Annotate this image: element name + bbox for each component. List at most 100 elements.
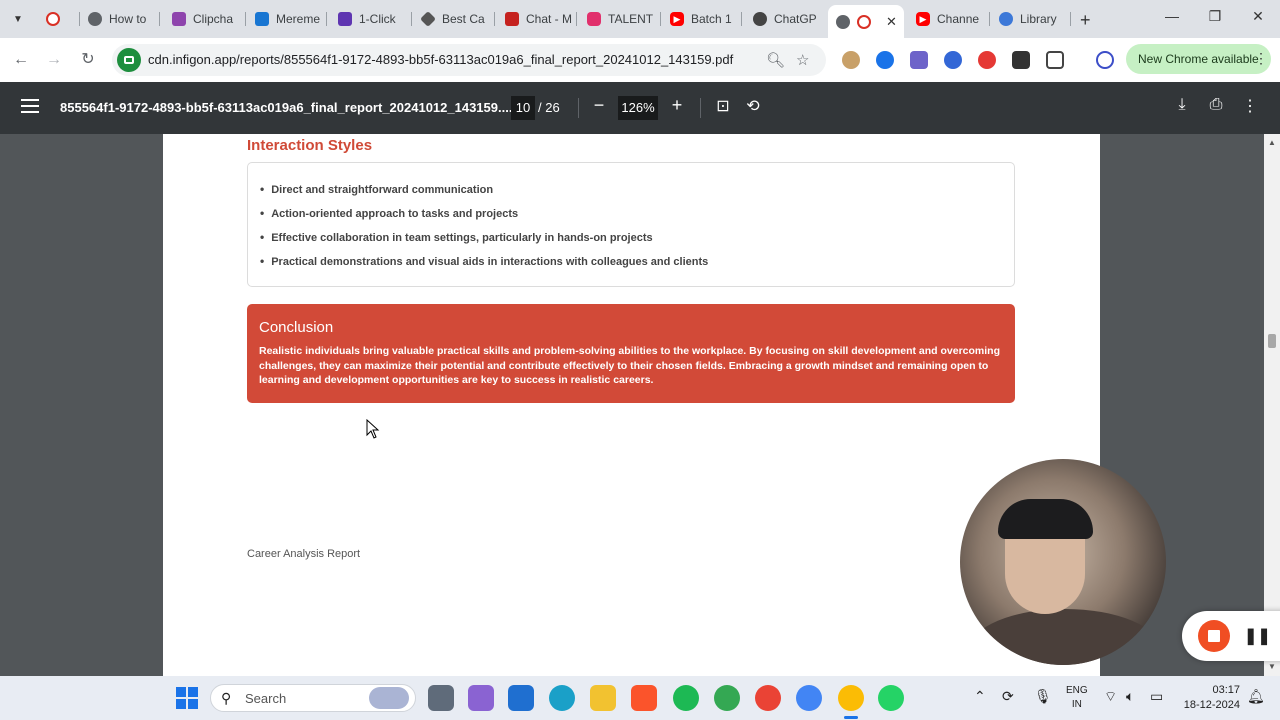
address-bar[interactable]: cdn.infigon.app/reports/855564f1-9172-48… — [112, 44, 826, 76]
tab-record[interactable] — [46, 6, 80, 32]
search-highlight-icon — [369, 687, 409, 709]
zoom-level-input[interactable]: 126% — [618, 96, 658, 120]
recording-controls: ❚❚ — [1182, 611, 1280, 661]
vertical-scrollbar[interactable]: ▲ ▼ — [1264, 134, 1280, 676]
tab-search-button[interactable]: ▼ — [6, 8, 30, 30]
sync-icon[interactable]: ⟳ — [1002, 688, 1014, 705]
tab-library[interactable]: Library — [999, 6, 1071, 32]
url-text[interactable]: cdn.infigon.app/reports/855564f1-9172-48… — [148, 52, 733, 67]
app-icon — [338, 12, 352, 26]
chrome-menu-icon[interactable]: ⋮ — [1254, 50, 1268, 67]
windows-start-icon[interactable] — [176, 687, 198, 709]
whatsapp-icon[interactable] — [878, 685, 904, 711]
tab-best-ca[interactable]: Best Ca — [421, 6, 495, 32]
taskbar-search[interactable]: ⚲ Search — [210, 684, 416, 712]
new-tab-button[interactable]: + — [1080, 10, 1091, 31]
maximize-button[interactable]: ❐ — [1205, 8, 1225, 25]
battery-icon[interactable]: ▭ — [1150, 688, 1163, 705]
tab-how-to[interactable]: How to — [88, 6, 160, 32]
chrome-profile-icon[interactable] — [714, 685, 740, 711]
conclusion-heading: Conclusion — [259, 319, 334, 336]
new-chrome-available-button[interactable]: New Chrome available — [1126, 44, 1271, 74]
extensions-puzzle-icon[interactable] — [1046, 51, 1064, 69]
tab-label: How to — [109, 12, 147, 26]
tab-talent[interactable]: TALENT — [587, 6, 661, 32]
vscode-icon[interactable] — [508, 685, 534, 711]
pause-recording-button[interactable]: ❚❚ — [1244, 626, 1271, 646]
globe-icon — [88, 12, 102, 26]
reload-icon[interactable]: ↻ — [77, 50, 99, 72]
edge-icon[interactable] — [549, 685, 575, 711]
file-explorer-icon[interactable] — [590, 685, 616, 711]
extension-icon[interactable] — [944, 51, 962, 69]
fit-page-icon[interactable]: ⊡ — [712, 96, 734, 116]
zoom-in-button[interactable]: + — [667, 95, 687, 116]
close-window-button[interactable]: ✕ — [1248, 8, 1268, 25]
tab-clipchamp[interactable]: Clipcha — [172, 6, 246, 32]
app-icon — [421, 11, 436, 27]
tab-chatgpt[interactable]: ChatGP — [753, 6, 825, 32]
extension-icon[interactable] — [842, 51, 860, 69]
show-hidden-icons-icon[interactable]: ⌃ — [974, 688, 986, 705]
tab-strip: ▼ How to Clipcha Mereme 1-Click Best Ca … — [0, 0, 1280, 38]
copilot-icon[interactable] — [468, 685, 494, 711]
tab-batch[interactable]: ▶ Batch 1 — [670, 6, 742, 32]
extension-icon[interactable] — [910, 51, 928, 69]
scroll-down-icon[interactable]: ▼ — [1268, 662, 1276, 671]
wifi-icon[interactable]: ⌔ — [1104, 688, 1117, 706]
tab-active-report[interactable]: ✕ — [828, 5, 904, 38]
pdf-toolbar: 855564f1-9172-4893-bb5f-63113ac019a6_fin… — [0, 82, 1280, 134]
clock[interactable]: 03:17 18-12-2024 — [1180, 683, 1240, 713]
menu-icon[interactable] — [21, 99, 39, 113]
zoom-out-button[interactable]: − — [589, 95, 609, 116]
rotate-icon[interactable]: ⟲ — [742, 96, 764, 116]
record-icon — [46, 12, 60, 26]
print-icon[interactable]: ⎙ — [1205, 96, 1227, 114]
tab-mereme[interactable]: Mereme — [255, 6, 327, 32]
tab-label: Chat - M — [526, 12, 573, 26]
tab-1-click[interactable]: 1-Click — [338, 6, 412, 32]
chrome-profile-icon[interactable] — [796, 685, 822, 711]
tab-label: ChatGP — [774, 12, 817, 26]
divider — [578, 98, 579, 118]
minimize-button[interactable]: — — [1162, 8, 1182, 24]
tab-separator — [159, 12, 160, 26]
site-info-icon[interactable] — [117, 48, 141, 72]
tab-label: Clipcha — [193, 12, 234, 26]
language-indicator[interactable]: ENG IN — [1066, 684, 1088, 712]
tab-channel[interactable]: ▶ Channe — [916, 6, 990, 32]
tab-chat[interactable]: Chat - M — [505, 6, 577, 32]
task-view-icon[interactable] — [428, 685, 454, 711]
stop-recording-button[interactable] — [1198, 620, 1230, 652]
forward-arrow-icon[interactable]: → — [43, 50, 65, 72]
back-arrow-icon[interactable]: ← — [10, 50, 32, 72]
bookmark-star-icon[interactable]: ☆ — [796, 51, 809, 69]
pdf-title: 855564f1-9172-4893-bb5f-63113ac019a6_fin… — [60, 100, 513, 115]
extension-icon[interactable] — [876, 51, 894, 69]
extension-icon[interactable] — [978, 51, 996, 69]
webcam-overlay[interactable] — [960, 459, 1166, 665]
brave-icon[interactable] — [631, 685, 657, 711]
zoom-icon[interactable]: 🔍︎ — [766, 51, 785, 69]
notification-bell-icon[interactable]: 🔔︎ — [1247, 688, 1265, 705]
download-icon[interactable]: ⤓ — [1171, 96, 1193, 114]
tab-separator — [576, 12, 577, 26]
close-tab-icon[interactable]: ✕ — [886, 14, 897, 30]
scrollbar-thumb[interactable] — [1268, 334, 1276, 348]
chrome-profile-icon[interactable] — [755, 685, 781, 711]
profile-icon[interactable] — [1096, 51, 1114, 69]
extension-icon[interactable] — [1012, 51, 1030, 69]
scroll-up-icon[interactable]: ▲ — [1268, 138, 1276, 147]
tab-separator — [494, 12, 495, 26]
spotify-icon[interactable] — [673, 685, 699, 711]
page-number-input[interactable]: 10 — [511, 96, 535, 120]
library-icon — [999, 12, 1013, 26]
list-item: Effective collaboration in team settings… — [260, 225, 1014, 249]
tab-label: Channe — [937, 12, 980, 26]
tab-label: 1-Click — [359, 12, 396, 26]
chrome-active-icon[interactable] — [838, 685, 864, 711]
microphone-icon[interactable]: 🎙︎ — [1034, 688, 1052, 705]
tab-label: Batch 1 — [691, 12, 732, 26]
more-options-icon[interactable]: ⋮ — [1239, 96, 1261, 116]
volume-icon[interactable]: 🔈︎ — [1126, 688, 1134, 705]
